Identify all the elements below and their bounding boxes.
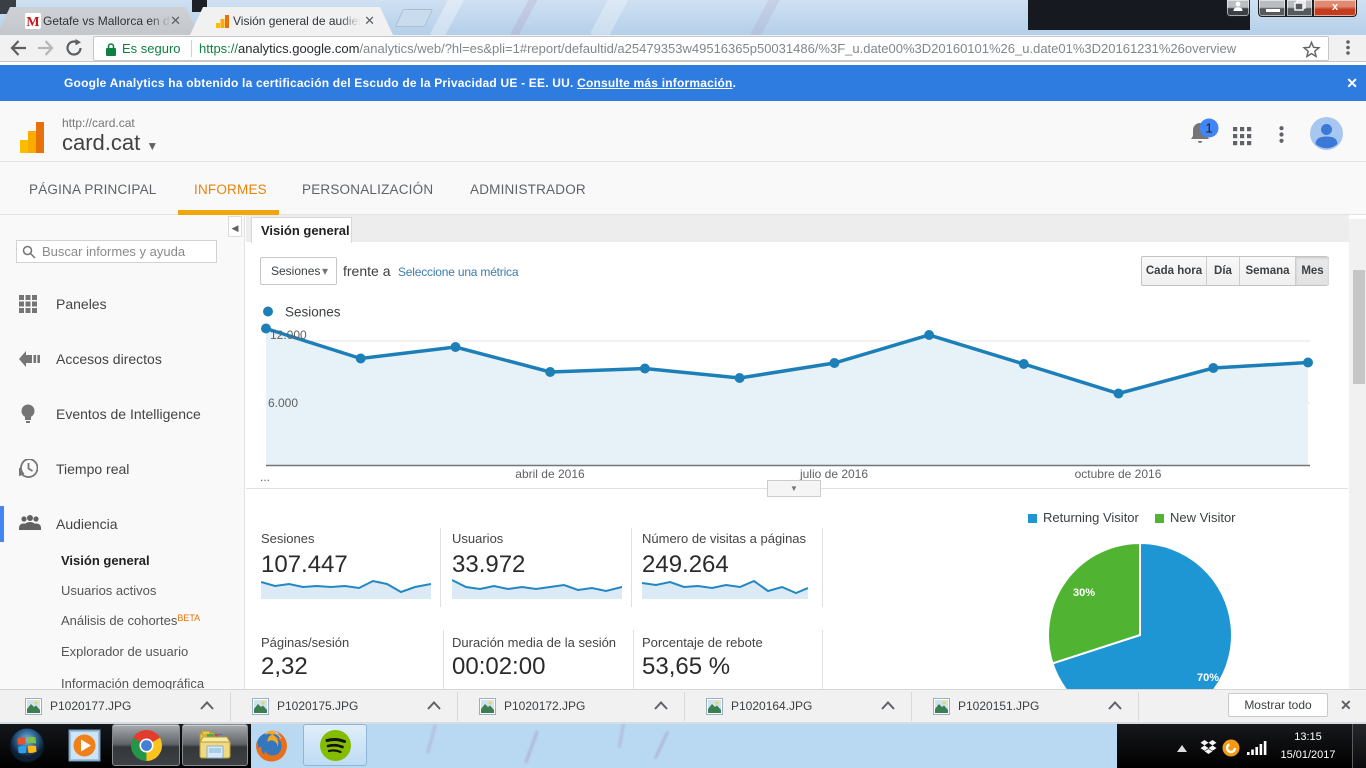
- svg-text:octubre de 2016: octubre de 2016: [1075, 467, 1162, 481]
- svg-text:12.000: 12.000: [270, 328, 307, 342]
- svg-text:70%: 70%: [1197, 672, 1219, 684]
- svg-text:1: 1: [1205, 121, 1212, 136]
- svg-text:...: ...: [260, 470, 270, 484]
- svg-text:julio de 2016: julio de 2016: [799, 467, 868, 481]
- svg-text:Sesiones: Sesiones: [285, 305, 341, 320]
- svg-text:6.000: 6.000: [268, 396, 298, 410]
- svg-text:abril de 2016: abril de 2016: [515, 467, 585, 481]
- svg-text:30%: 30%: [1073, 587, 1095, 599]
